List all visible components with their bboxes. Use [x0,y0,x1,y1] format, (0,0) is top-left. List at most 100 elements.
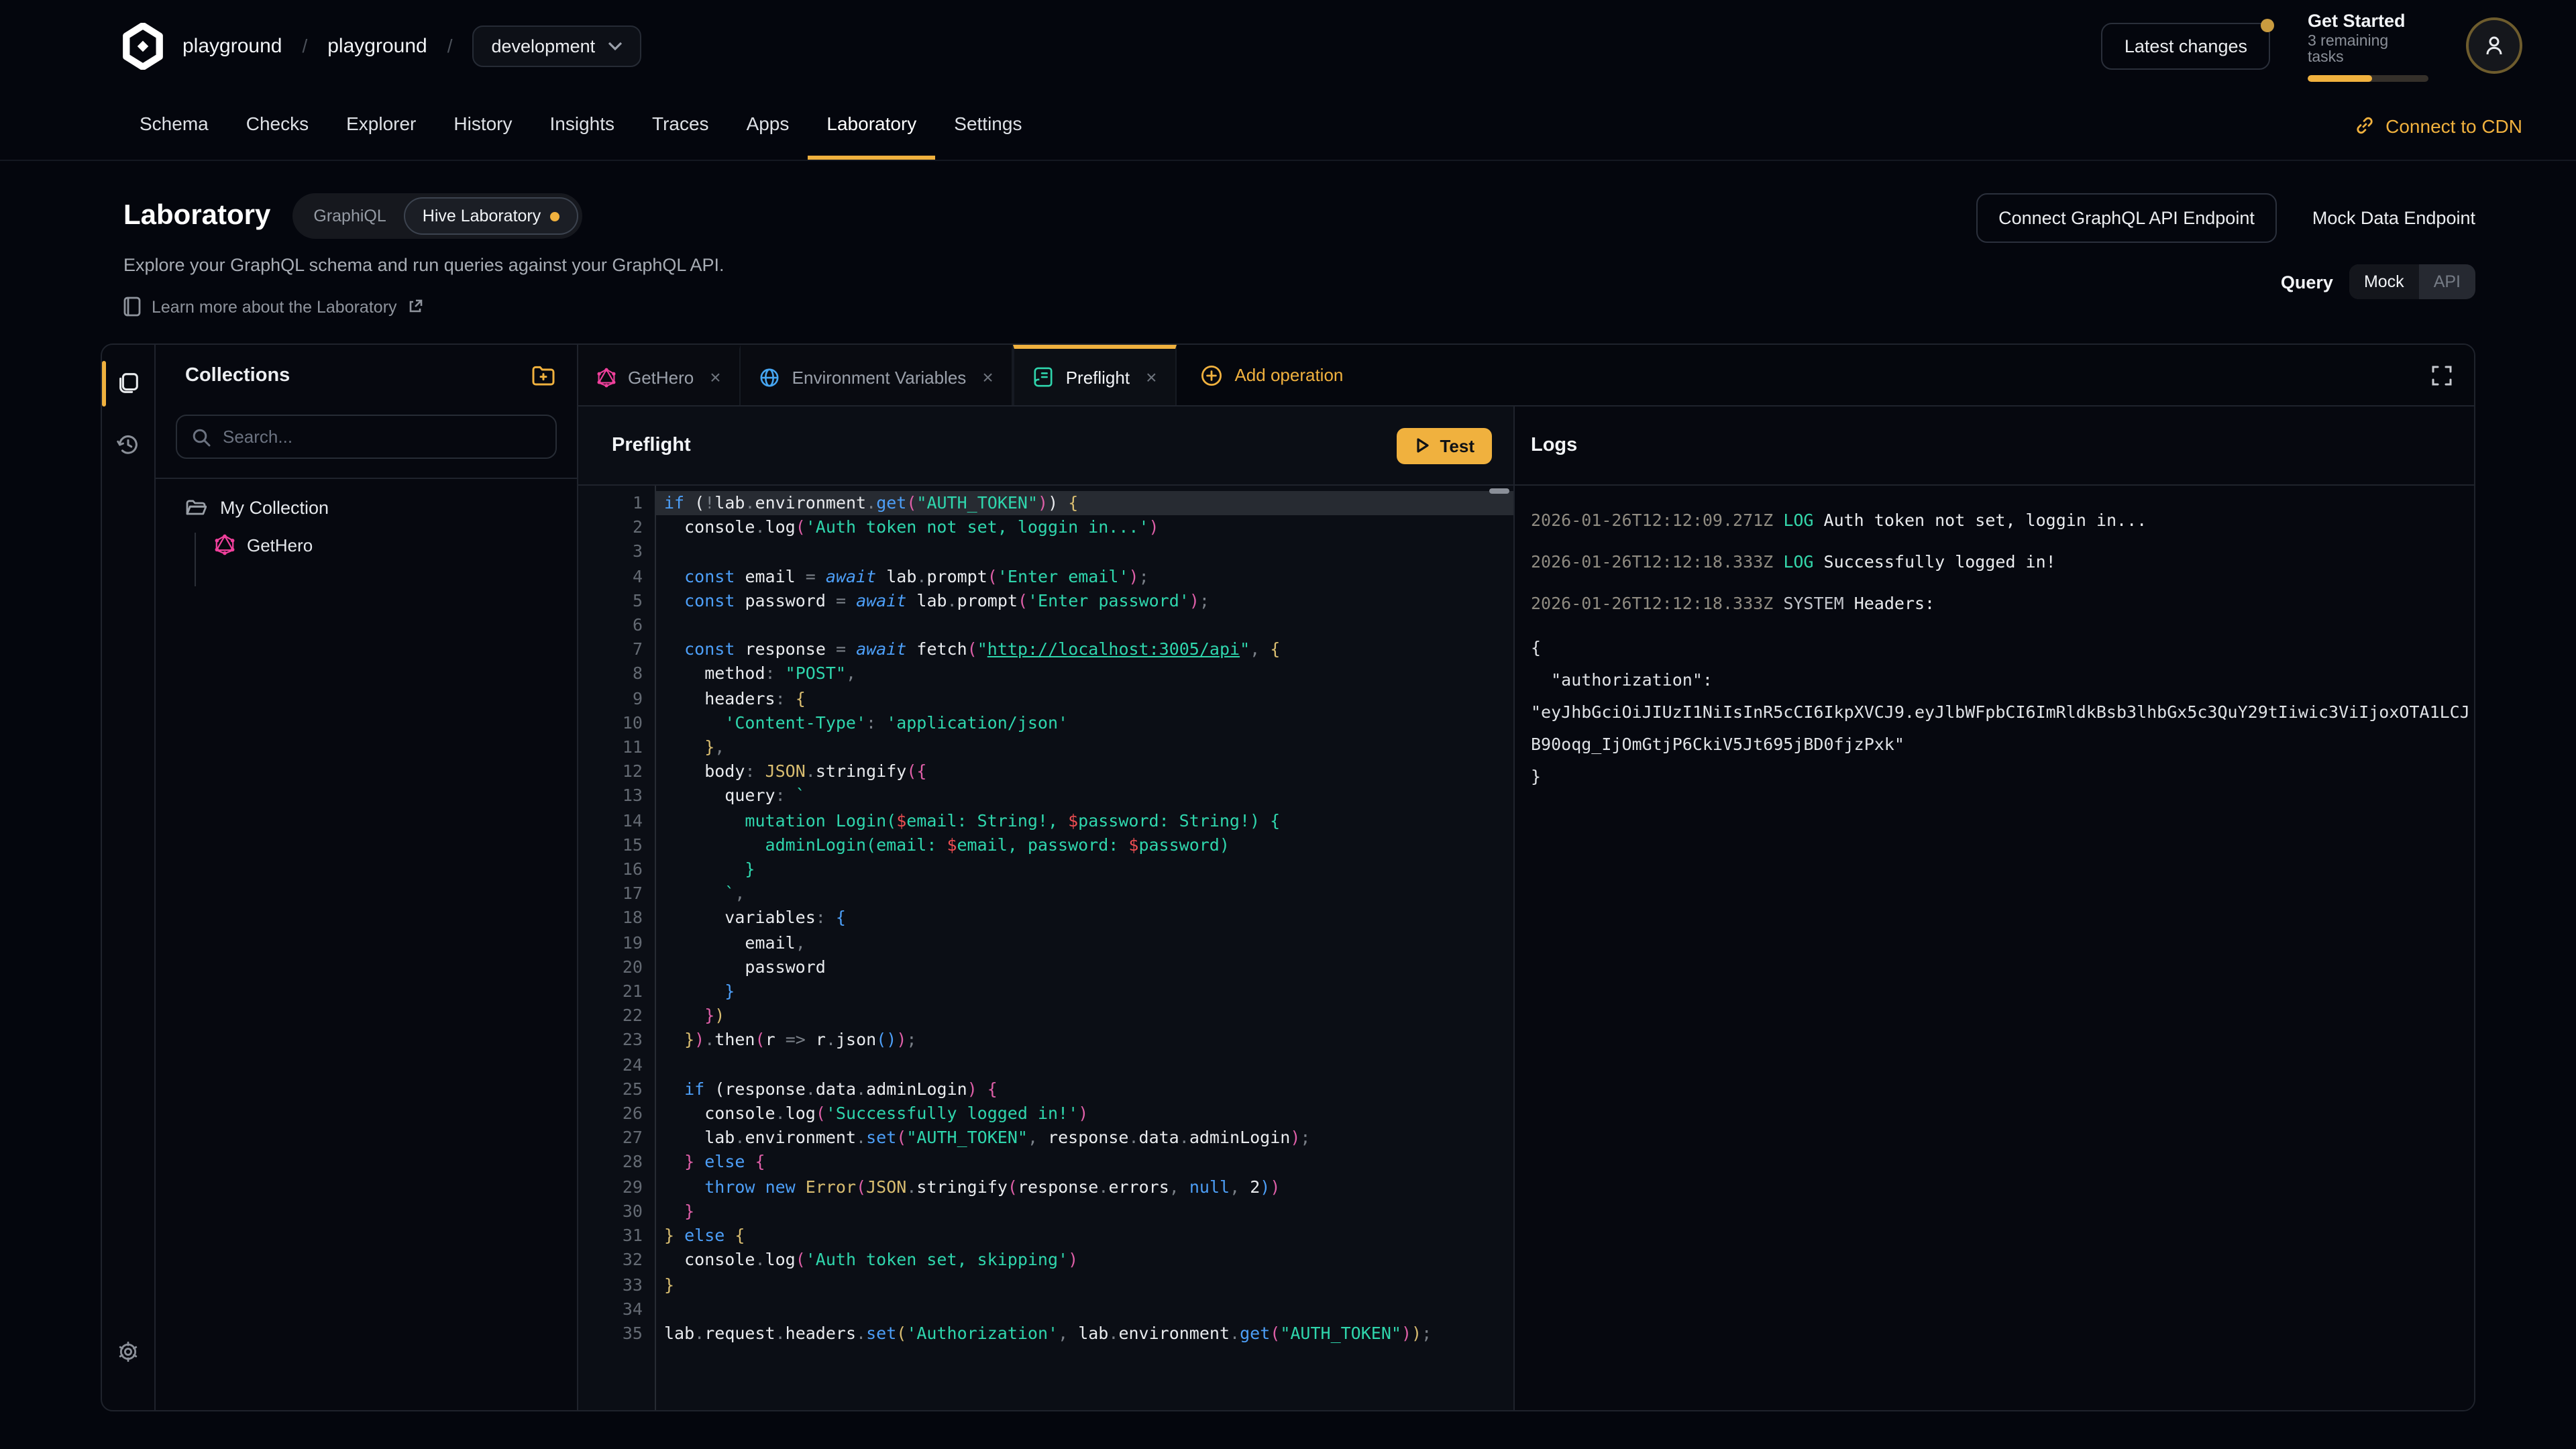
get-started-subtitle: 3 remaining tasks [2308,33,2428,65]
code-line[interactable]: 2 console.log('Auth token not set, loggi… [578,515,1513,539]
fullscreen-icon[interactable] [2431,345,2474,405]
primary-nav-bar: SchemaChecksExplorerHistoryInsightsTrace… [0,91,2576,161]
editor-scrollbar[interactable] [1489,488,1509,494]
tree-indent-line [195,533,196,586]
close-icon[interactable]: × [982,366,993,388]
mock-data-endpoint-button[interactable]: Mock Data Endpoint [2312,208,2475,228]
user-avatar[interactable] [2466,17,2522,74]
code-line[interactable]: 10 'Content-Type': 'application/json' [578,711,1513,735]
collections-title: Collections [185,365,290,386]
query-toggle-mock[interactable]: Mock [2349,264,2419,299]
test-button[interactable]: Test [1397,427,1492,464]
ui-mode-toggle: GraphiQL Hive Laboratory [292,193,582,239]
code-line[interactable]: 16 } [578,857,1513,881]
target-selector[interactable]: development [473,25,641,66]
add-collection-folder-icon[interactable] [531,365,555,386]
code-line[interactable]: 32 console.log('Auth token set, skipping… [578,1248,1513,1273]
collection-operation-gethero[interactable]: GetHero [215,534,577,555]
mode-option-hive-laboratory[interactable]: Hive Laboratory [404,197,579,235]
code-line[interactable]: 30 } [578,1199,1513,1224]
code-line[interactable]: 12 body: JSON.stringify({ [578,759,1513,784]
breadcrumb-project[interactable]: playground [327,34,427,57]
close-icon[interactable]: × [1146,366,1157,388]
code-line[interactable]: 29 throw new Error(JSON.stringify(respon… [578,1175,1513,1199]
learn-more-link[interactable]: Learn more about the Laboratory [123,297,724,317]
code-line[interactable]: 3 [578,540,1513,564]
latest-changes-button[interactable]: Latest changes [2102,22,2270,69]
code-line[interactable]: 7 const response = await fetch("http://l… [578,637,1513,661]
add-operation-button[interactable]: Add operation [1177,345,1367,405]
nav-tab-laboratory[interactable]: Laboratory [808,91,935,160]
close-icon[interactable]: × [710,366,720,388]
breadcrumb-separator: / [299,35,310,56]
nav-tab-explorer[interactable]: Explorer [327,91,435,160]
laboratory-header-left: Laboratory GraphiQL Hive Laboratory Expl… [123,193,724,335]
code-line[interactable]: 8 method: "POST", [578,662,1513,686]
connect-graphql-api-endpoint-button[interactable]: Connect GraphQL API Endpoint [1976,193,2277,243]
code-line[interactable]: 24 [578,1053,1513,1077]
nav-tab-insights[interactable]: Insights [531,91,634,160]
brand: playground / playground / development [121,22,641,69]
code-line[interactable]: 20 password [578,955,1513,979]
mode-option-graphiql[interactable]: GraphiQL [296,199,403,233]
code-line[interactable]: 14 mutation Login($email: String!, $pass… [578,808,1513,833]
tab-environment-variables[interactable]: Environment Variables × [741,345,1014,405]
code-line[interactable]: 34 [578,1297,1513,1321]
code-line[interactable]: 33} [578,1273,1513,1297]
code-line[interactable]: 18 variables: { [578,906,1513,930]
chevron-down-icon [607,41,622,50]
code-line[interactable]: 17 `, [578,882,1513,906]
code-line[interactable]: 19 email, [578,930,1513,955]
nav-tab-traces[interactable]: Traces [633,91,728,160]
primary-nav: SchemaChecksExplorerHistoryInsightsTrace… [121,91,1040,160]
code-line[interactable]: 21 } [578,979,1513,1004]
code-line[interactable]: 22 }) [578,1004,1513,1028]
hive-logo-icon[interactable] [121,22,165,69]
collections-search[interactable] [176,415,557,459]
logs-panel: Logs 2026-01-26T12:12:09.271Z LOG Auth t… [1515,407,2474,1410]
code-lines: 1if (!lab.environment.get("AUTH_TOKEN"))… [578,491,1513,1346]
history-rail-icon[interactable] [109,425,147,463]
connect-to-cdn-link[interactable]: Connect to CDN [2355,91,2522,160]
code-line[interactable]: 26 console.log('Successfully logged in!'… [578,1102,1513,1126]
nav-tab-apps[interactable]: Apps [728,91,808,160]
preflight-script-editor[interactable]: 1if (!lab.environment.get("AUTH_TOKEN"))… [578,486,1513,1410]
code-line[interactable]: 27 lab.environment.set("AUTH_TOKEN", res… [578,1126,1513,1150]
code-line[interactable]: 31} else { [578,1224,1513,1248]
search-input[interactable] [223,427,541,447]
folder-open-icon [185,498,207,517]
workbench: GetHero × Environment Variables × Prefli… [578,345,2474,1410]
get-started-progress [2308,74,2428,81]
logs-body[interactable]: 2026-01-26T12:12:09.271Z LOG Auth token … [1515,486,2474,1410]
collection-folder-my-collection[interactable]: My Collection [185,498,577,518]
code-line[interactable]: 28 } else { [578,1150,1513,1175]
tab-preflight[interactable]: Preflight × [1014,345,1177,405]
code-line[interactable]: 5 const password = await lab.prompt('Ent… [578,589,1513,613]
nav-tab-schema[interactable]: Schema [121,91,227,160]
app-root: playground / playground / development La… [0,0,2576,1449]
code-line[interactable]: 35lab.request.headers.set('Authorization… [578,1322,1513,1346]
code-line[interactable]: 4 const email = await lab.prompt('Enter … [578,564,1513,588]
code-line[interactable]: 23 }).then(r => r.json()); [578,1028,1513,1053]
breadcrumb-org[interactable]: playground [182,34,282,57]
settings-gear-icon[interactable] [109,1332,147,1370]
rail-active-indicator [102,361,106,407]
query-toggle-api[interactable]: API [2419,264,2475,299]
collections-tree: My Collection GetHero [156,479,577,555]
collections-rail-icon[interactable] [109,364,147,401]
log-json: { "authorization": "eyJhbGciOiJIUzI1NiIs… [1531,632,2474,793]
code-line[interactable]: 6 [578,613,1513,637]
code-line[interactable]: 11 }, [578,735,1513,759]
nav-tab-checks[interactable]: Checks [227,91,327,160]
code-line[interactable]: 9 headers: { [578,686,1513,710]
log-entry: 2026-01-26T12:12:18.333Z SYSTEM Headers: [1531,590,2474,617]
code-line[interactable]: 15 adminLogin(email: $email, password: $… [578,833,1513,857]
code-line[interactable]: 13 query: ` [578,784,1513,808]
get-started-widget[interactable]: Get Started 3 remaining tasks [2308,10,2428,81]
nav-tab-settings[interactable]: Settings [935,91,1040,160]
nav-tab-history[interactable]: History [435,91,531,160]
code-line[interactable]: 1if (!lab.environment.get("AUTH_TOKEN"))… [578,491,1513,515]
logs-title: Logs [1531,435,1577,456]
code-line[interactable]: 25 if (response.data.adminLogin) { [578,1077,1513,1102]
tab-gethero[interactable]: GetHero × [578,345,741,405]
